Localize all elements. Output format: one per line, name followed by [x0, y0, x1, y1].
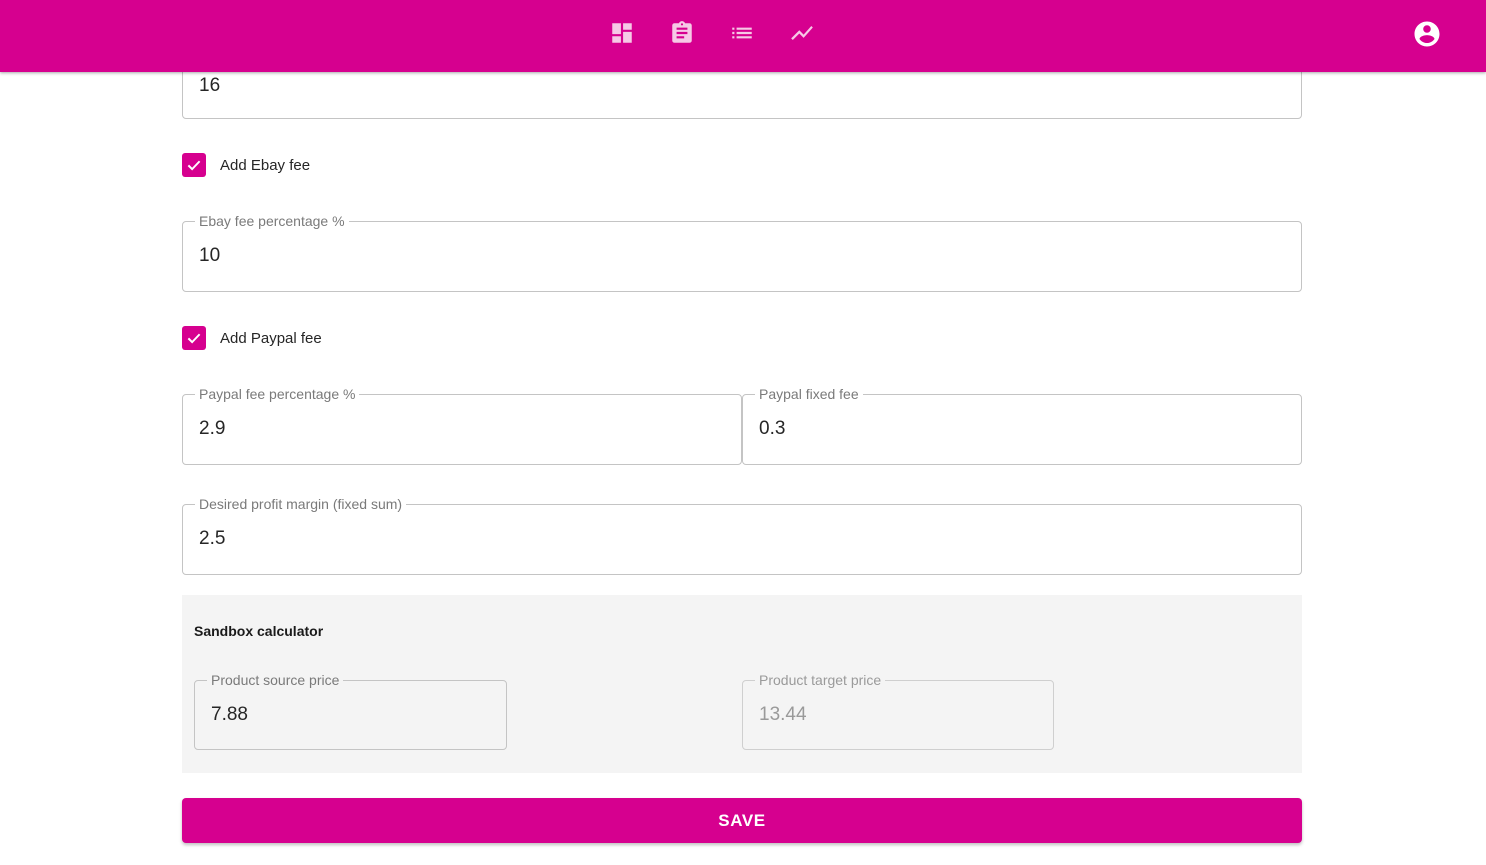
add-ebay-fee-checkbox[interactable]: Add Ebay fee	[182, 153, 310, 177]
paypal-fee-percentage-value: 2.9	[199, 418, 226, 439]
sandbox-calculator-panel: Sandbox calculator Product source price …	[182, 595, 1302, 773]
product-target-price-label: Product target price	[755, 672, 886, 688]
paypal-fixed-fee-label: Paypal fixed fee	[755, 386, 863, 402]
clipboard-icon[interactable]	[669, 20, 695, 46]
product-target-price-value: 13.44	[759, 704, 807, 725]
product-source-price-value: 7.88	[211, 704, 248, 725]
paypal-fixed-fee-value: 0.3	[759, 418, 786, 439]
sandbox-calculator-title: Sandbox calculator	[194, 623, 324, 639]
save-button[interactable]: SAVE	[182, 798, 1302, 843]
ebay-fee-percentage-label: Ebay fee percentage %	[195, 213, 349, 229]
add-ebay-fee-label: Add Ebay fee	[220, 156, 311, 174]
app-bar	[0, 0, 1486, 72]
paypal-fee-percentage-label: Paypal fee percentage %	[195, 386, 360, 402]
ebay-fee-percentage-field[interactable]: Ebay fee percentage % 10	[182, 213, 1302, 292]
desired-profit-margin-value: 2.5	[199, 528, 226, 549]
list-icon[interactable]	[729, 20, 755, 46]
product-source-price-label: Product source price	[207, 672, 344, 688]
desired-profit-margin-label: Desired profit margin (fixed sum)	[195, 496, 407, 512]
product-target-price-field: Product target price 13.44	[742, 672, 1054, 750]
add-paypal-fee-label: Add Paypal fee	[220, 329, 322, 347]
account-circle-icon[interactable]	[1412, 19, 1442, 49]
checkbox-checked-icon[interactable]	[182, 153, 206, 177]
checkbox-checked-icon[interactable]	[182, 326, 206, 350]
trend-chart-icon[interactable]	[789, 20, 815, 46]
ebay-fee-percentage-value: 10	[199, 245, 221, 266]
top-field-value: 16	[199, 75, 221, 96]
paypal-fee-percentage-field[interactable]: Paypal fee percentage % 2.9	[182, 386, 742, 465]
add-paypal-fee-checkbox[interactable]: Add Paypal fee	[182, 326, 322, 350]
product-source-price-field[interactable]: Product source price 7.88	[194, 672, 507, 750]
dashboard-icon[interactable]	[609, 20, 635, 46]
desired-profit-margin-field[interactable]: Desired profit margin (fixed sum) 2.5	[182, 496, 1302, 575]
paypal-fixed-fee-field[interactable]: Paypal fixed fee 0.3	[742, 386, 1302, 465]
